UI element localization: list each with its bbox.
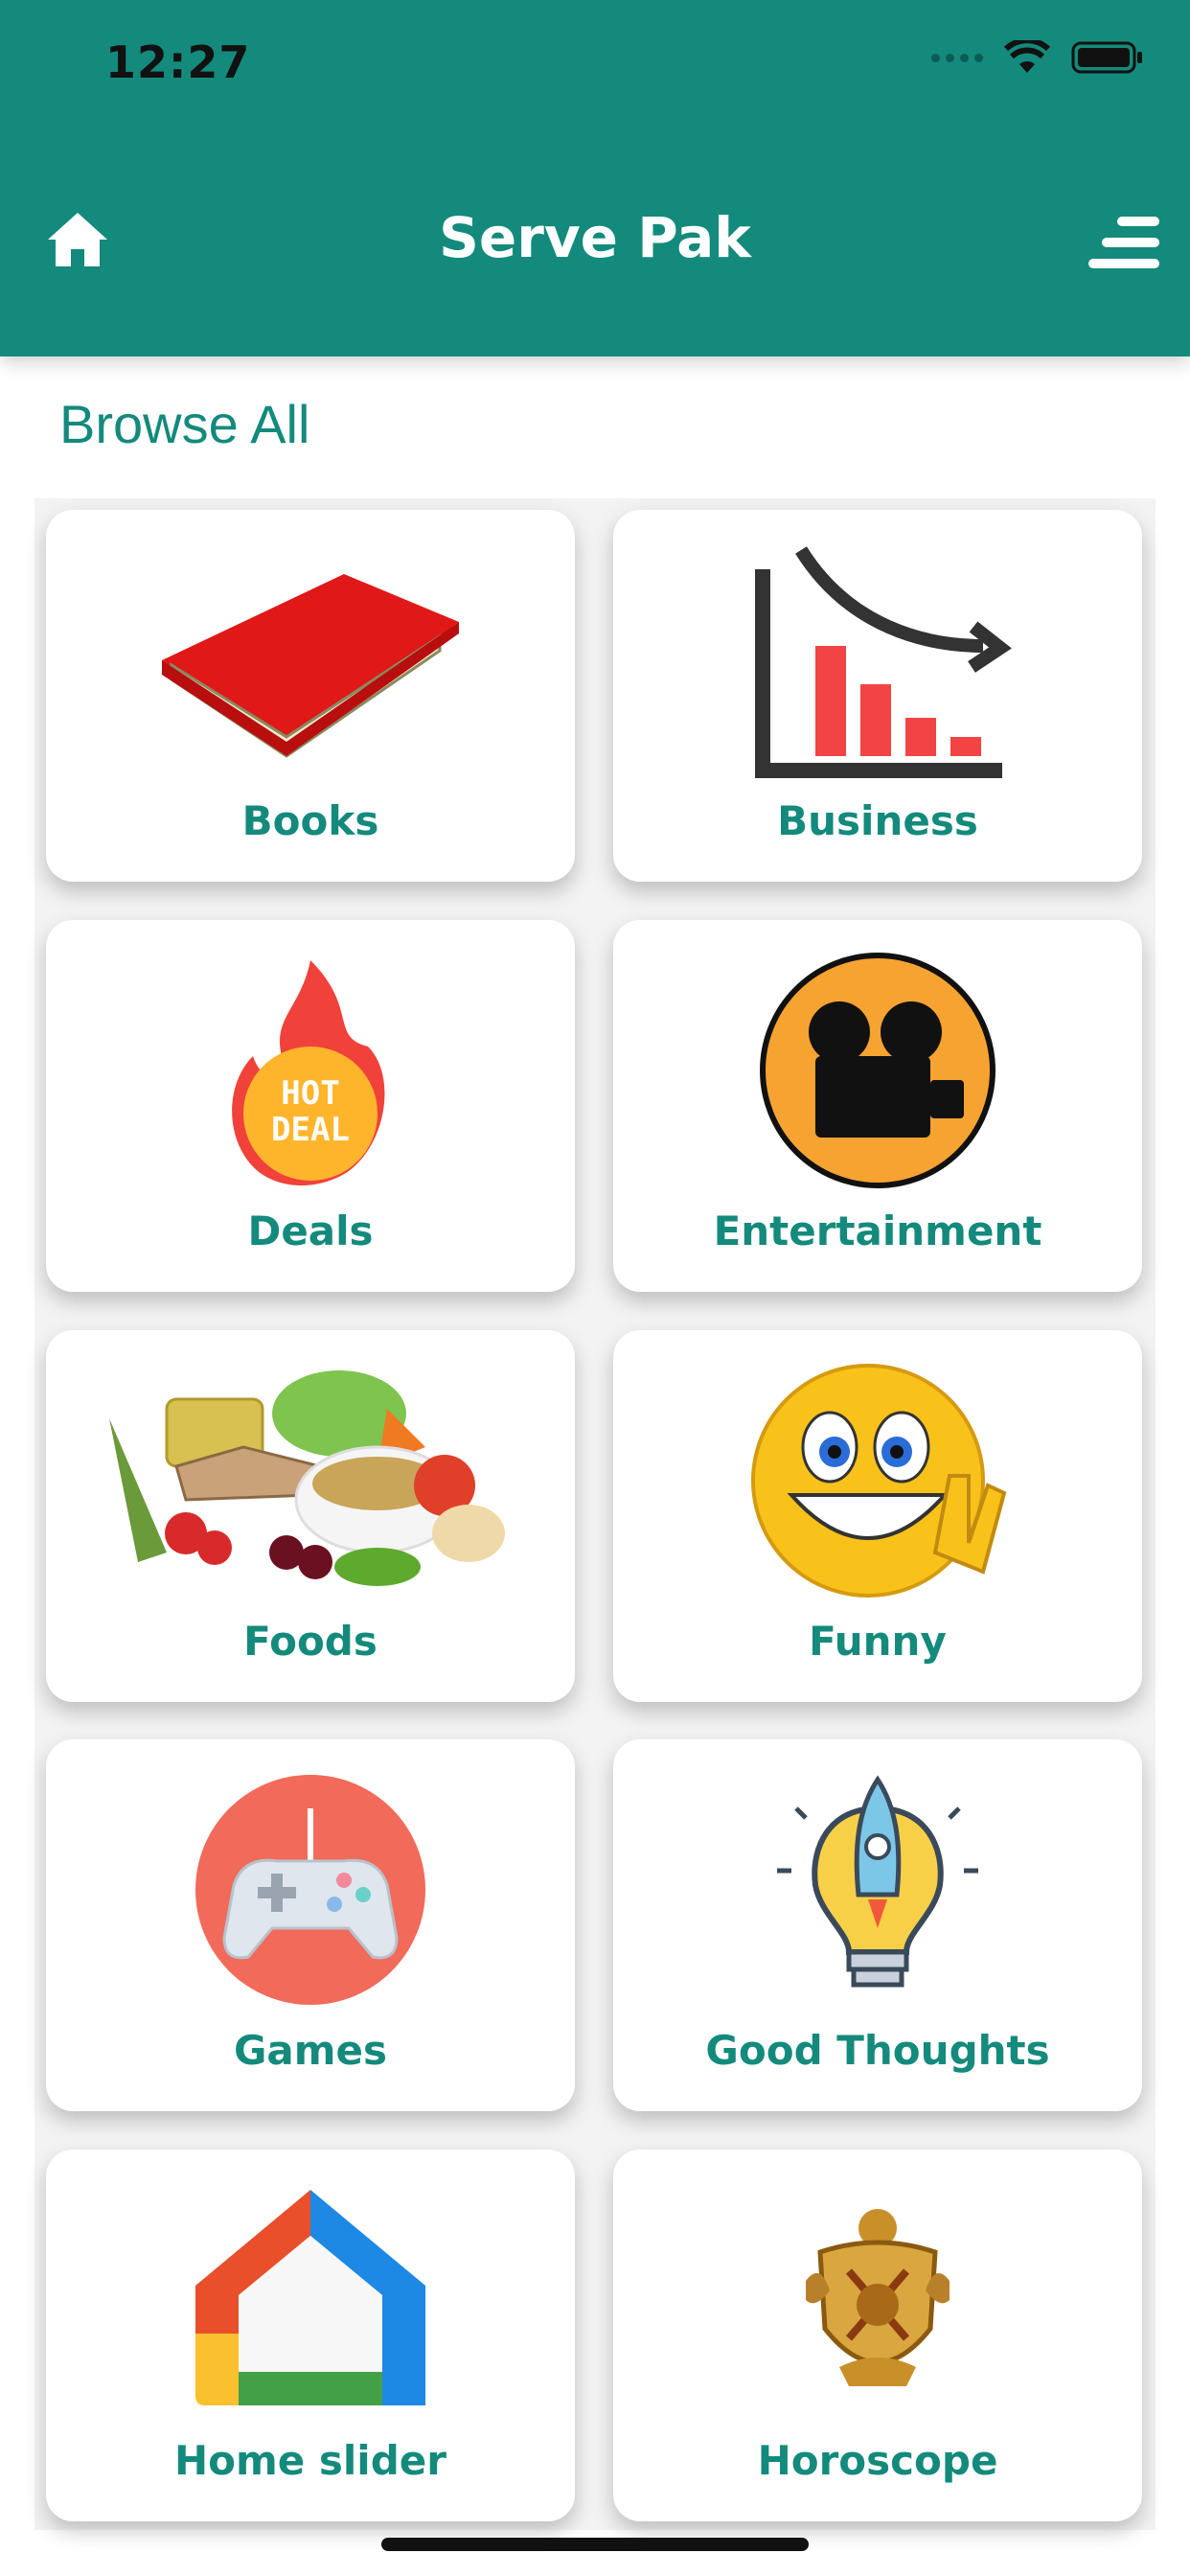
home-indicator — [381, 2538, 809, 2551]
category-label: Entertainment — [713, 1208, 1042, 1254]
movie-camera-icon — [760, 953, 995, 1188]
category-card-foods[interactable]: Foods — [46, 1330, 575, 1702]
category-card-business[interactable]: Business — [613, 510, 1142, 882]
category-card-home-slider[interactable]: Home slider — [46, 2150, 575, 2521]
category-label: Business — [777, 797, 978, 844]
page-title: Serve Pak — [439, 205, 751, 270]
category-label: Horoscope — [757, 2437, 998, 2484]
category-card-entertainment[interactable]: Entertainment — [613, 920, 1142, 1292]
category-label: Foods — [243, 1618, 378, 1665]
wifi-icon — [1004, 40, 1050, 73]
battery-icon — [1071, 41, 1142, 74]
category-card-books[interactable]: Books — [46, 510, 575, 882]
smiley-icon — [751, 1364, 1007, 1598]
category-label: Books — [241, 797, 379, 844]
chart-down-icon — [755, 546, 1012, 778]
home-slider-icon — [195, 2190, 425, 2405]
category-label: Deals — [247, 1208, 374, 1254]
hot-deal-icon: HOT DEAL — [232, 960, 385, 1185]
category-card-funny[interactable]: Funny — [613, 1330, 1142, 1702]
book-icon — [162, 574, 459, 758]
category-label: Good Thoughts — [705, 2027, 1050, 2074]
category-label: Funny — [809, 1618, 947, 1665]
food-icon — [109, 1370, 505, 1586]
category-card-deals[interactable]: HOT DEAL Deals — [46, 920, 575, 1292]
menu-icon — [1088, 217, 1159, 268]
hot-deal-text-1: HOT — [281, 1074, 339, 1113]
signal-icon — [931, 53, 983, 62]
status-icons — [931, 40, 1144, 75]
category-card-games[interactable]: Games — [46, 1739, 575, 2111]
category-card-horoscope[interactable]: Horoscope — [613, 2150, 1142, 2521]
crest-icon — [806, 2209, 950, 2386]
gamepad-icon — [195, 1775, 425, 2005]
category-card-good-thoughts[interactable]: Good Thoughts — [613, 1739, 1142, 2111]
menu-button[interactable] — [1088, 215, 1161, 270]
section-title: Browse All — [59, 394, 310, 454]
hot-deal-text-2: DEAL — [271, 1111, 350, 1149]
status-time: 12:27 — [105, 36, 251, 88]
category-label: Home slider — [174, 2437, 446, 2484]
app-header: 12:27 Serve Pak — [0, 0, 1190, 356]
rocket-bulb-icon — [777, 1775, 978, 1988]
category-label: Games — [233, 2027, 388, 2074]
